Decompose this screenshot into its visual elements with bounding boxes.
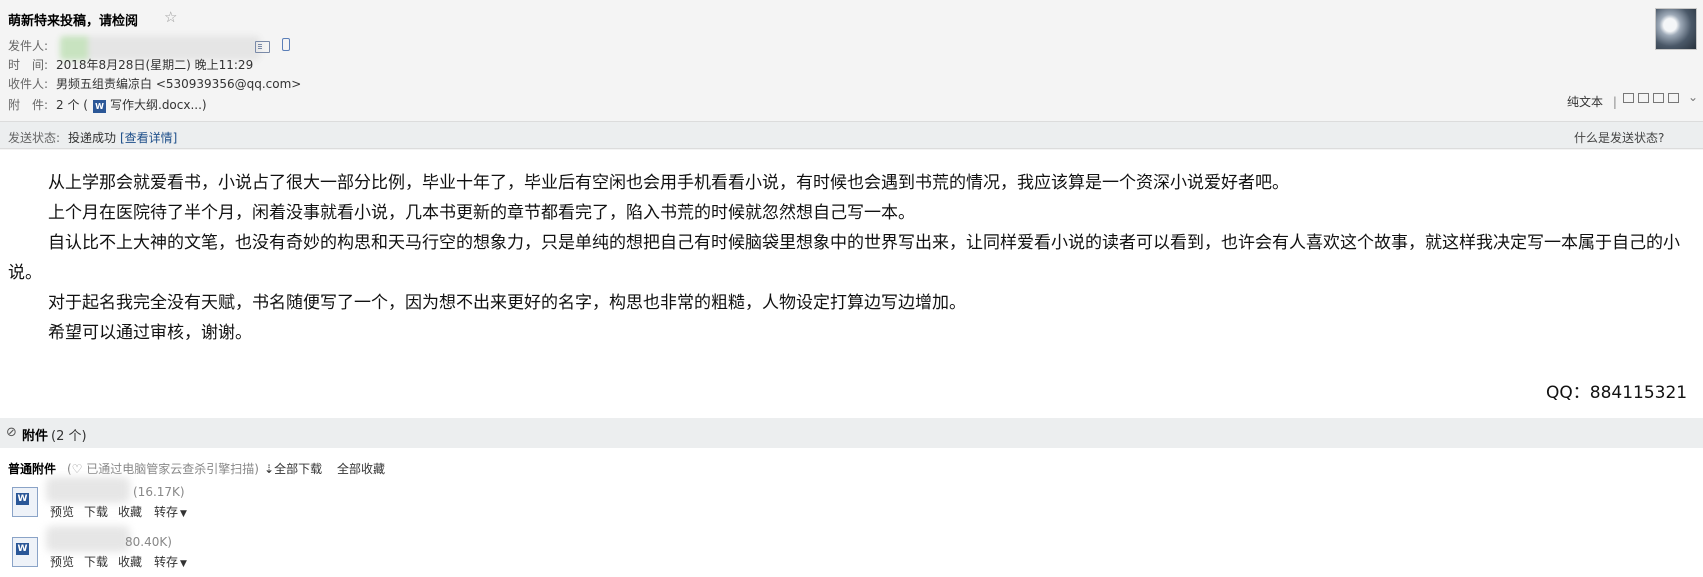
word-file-icon[interactable] (12, 537, 38, 567)
attachment-count: 2 个 ( (56, 98, 88, 112)
print-icon[interactable] (1668, 93, 1679, 103)
attachments-title: 附件 (22, 429, 49, 444)
download-all-button[interactable]: ⇣全部下载 (264, 460, 322, 477)
ordinary-attachments-label: 普通附件 (8, 462, 57, 476)
mail-body: 从上学那会就爱看书，小说占了很大一部分比例，毕业十年了，毕业后有空闲也会用手机看… (8, 168, 1698, 348)
sender-avatar[interactable] (1655, 8, 1697, 50)
preview-link[interactable]: 预览 (50, 503, 74, 520)
more-chevron-icon[interactable]: ⌄ (1688, 90, 1698, 104)
send-status-label: 发送状态: (8, 131, 61, 145)
new-window-icon[interactable] (1623, 93, 1634, 103)
chevron-down-icon: ▼ (180, 559, 187, 569)
word-file-icon[interactable] (12, 487, 38, 517)
sender-label: 发件人: (8, 39, 49, 53)
file-name-redacted[interactable] (46, 477, 130, 503)
toolbar-separator: | (1612, 95, 1617, 109)
download-link[interactable]: 下载 (84, 553, 108, 570)
virus-scan-note: (♡ 已通过电脑管家云查杀引擎扫描) (67, 462, 259, 476)
download-all-label: 全部下载 (274, 462, 323, 476)
body-paragraph: 对于起名我完全没有天赋，书名随便写了一个，因为想不出来更好的名字，构思也非常的粗… (48, 293, 966, 313)
forward-save-label: 转存 (154, 505, 179, 519)
file-name-redacted[interactable] (46, 526, 130, 552)
maximize-icon[interactable] (1638, 93, 1649, 103)
mail-subject: 萌新特来投稿，请检阅 (8, 14, 139, 29)
preview-link[interactable]: 预览 (50, 553, 74, 570)
plain-text-button[interactable]: 纯文本 (1567, 95, 1603, 109)
toolbar: 纯文本 | (1567, 93, 1617, 110)
time-label: 时 间: (8, 58, 49, 72)
time-value: 2018年8月28日(星期二) 晚上11:29 (56, 58, 254, 72)
send-status-value: 投递成功 (68, 131, 117, 145)
forward-save-dropdown[interactable]: 转存 ▼ (154, 503, 187, 520)
attachments-header: ⊘ 附件 (2 个) (0, 418, 1703, 448)
attachment-filename-link[interactable]: 写作大纲.docx...) (110, 96, 207, 113)
export-icon[interactable] (1653, 93, 1664, 103)
word-doc-icon: W (93, 100, 106, 113)
favorite-all-button[interactable]: 全部收藏 (337, 460, 385, 477)
recipient-value[interactable]: 男频五组责编凉白 <530939356@qq.com> (56, 75, 301, 92)
download-icon: ⇣ (264, 462, 275, 476)
body-paragraph: 从上学那会就爱看书，小说占了很大一部分比例，毕业十年了，毕业后有空闲也会用手机看… (48, 173, 1289, 193)
body-paragraph: 自认比不上大神的文笔，也没有奇妙的构思和天马行空的想象力，只是单纯的想把自己有时… (8, 233, 1680, 283)
qq-number: QQ：884115321 (1546, 383, 1688, 403)
file-size: 80.40K) (125, 535, 172, 549)
toolbar-icons (1623, 93, 1679, 103)
send-status-help-link[interactable]: 什么是发送状态? (1574, 129, 1664, 146)
view-details-link[interactable]: [查看详情] (120, 129, 177, 146)
mobile-icon[interactable] (282, 38, 290, 51)
favorite-link[interactable]: 收藏 (118, 503, 142, 520)
recipient-label: 收件人: (8, 77, 49, 91)
forward-save-dropdown[interactable]: 转存 ▼ (154, 553, 187, 570)
body-paragraph: 上个月在医院待了半个月，闲着没事就看小说，几本书更新的章节都看完了，陷入书荒的时… (48, 203, 915, 223)
send-status-bar: 发送状态: 投递成功 [查看详情] 什么是发送状态? (0, 121, 1703, 149)
star-icon[interactable]: ☆ (164, 8, 177, 26)
chevron-down-icon: ▼ (180, 509, 187, 519)
file-size: (16.17K) (133, 485, 185, 499)
contact-card-icon[interactable] (255, 41, 270, 53)
paperclip-icon: ⊘ (6, 425, 17, 440)
body-paragraph: 希望可以通过审核，谢谢。 (48, 323, 252, 343)
attachment-label: 附 件: (8, 98, 49, 112)
attachments-count: (2 个) (51, 429, 87, 444)
favorite-link[interactable]: 收藏 (118, 553, 142, 570)
download-link[interactable]: 下载 (84, 503, 108, 520)
forward-save-label: 转存 (154, 555, 179, 569)
